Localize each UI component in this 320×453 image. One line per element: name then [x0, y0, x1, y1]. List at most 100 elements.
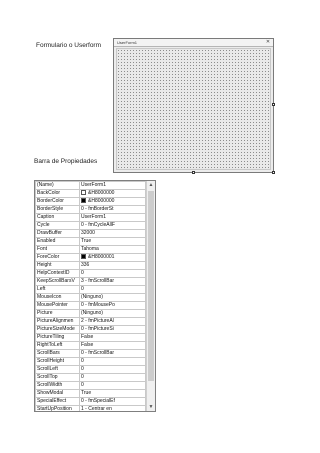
property-name[interactable]: PictureSizeMode [35, 325, 80, 334]
property-value[interactable]: 336 [79, 261, 146, 270]
property-name[interactable]: Caption [35, 213, 80, 222]
property-row[interactable]: SpecialEffect 0 - fmSpecialEf [35, 397, 146, 406]
property-row[interactable]: Picture (Ninguno) [35, 309, 146, 318]
properties-scrollbar[interactable]: ▲ ▼ [146, 181, 155, 411]
property-row[interactable]: Caption UserForm1 [35, 213, 146, 222]
property-value[interactable]: 0 [79, 365, 146, 374]
property-row[interactable]: ForeColor &H8000001 [35, 253, 146, 262]
property-value[interactable]: False [79, 333, 146, 342]
property-name[interactable]: BackColor [35, 189, 80, 198]
property-value[interactable]: 1 - Centrar en [79, 405, 146, 411]
property-row[interactable]: (Name) UserForm1 [35, 181, 146, 190]
userform-titlebar[interactable]: UserForm1 ✕ [114, 39, 273, 47]
property-value[interactable]: &H8000000 [79, 197, 146, 206]
scroll-down-icon[interactable]: ▼ [147, 403, 155, 411]
property-value[interactable]: True [79, 389, 146, 398]
property-value[interactable]: &H8000000 [79, 189, 146, 198]
property-value[interactable]: (Ninguno) [79, 309, 146, 318]
property-name[interactable]: KeepScrollBarsV [35, 277, 80, 286]
property-value[interactable]: 0 - fmScrollBar [79, 349, 146, 358]
property-value[interactable]: 0 - fmPictureSi [79, 325, 146, 334]
property-name[interactable]: HelpContextID [35, 269, 80, 278]
property-row[interactable]: BackColor &H8000000 [35, 189, 146, 198]
property-name[interactable]: StartUpPosition [35, 405, 80, 411]
property-row[interactable]: RightToLeft False [35, 341, 146, 350]
scrollbar-thumb[interactable] [148, 191, 154, 381]
property-row[interactable]: ScrollBars 0 - fmScrollBar [35, 349, 146, 358]
property-row[interactable]: HelpContextID 0 [35, 269, 146, 278]
property-row[interactable]: Enabled True [35, 237, 146, 246]
property-value[interactable]: 0 [79, 285, 146, 294]
property-value[interactable]: UserForm1 [79, 181, 146, 190]
property-name[interactable]: Cycle [35, 221, 80, 230]
property-value[interactable]: 32000 [79, 229, 146, 238]
property-name[interactable]: ScrollBars [35, 349, 80, 358]
userform-window[interactable]: UserForm1 ✕ [113, 38, 275, 174]
property-row[interactable]: StartUpPosition 1 - Centrar en [35, 405, 146, 411]
property-name[interactable]: ScrollWidth [35, 381, 80, 390]
property-row[interactable]: ScrollHeight 0 [35, 357, 146, 366]
property-value[interactable]: 0 [79, 269, 146, 278]
property-name[interactable]: (Name) [35, 181, 80, 190]
property-name[interactable]: Picture [35, 309, 80, 318]
property-row[interactable]: Font Tahoma [35, 245, 146, 254]
property-row[interactable]: MousePointer 0 - fmMousePo [35, 301, 146, 310]
property-name[interactable]: BorderColor [35, 197, 80, 206]
property-name[interactable]: ScrollLeft [35, 365, 80, 374]
property-value[interactable]: Tahoma [79, 245, 146, 254]
property-value[interactable]: 0 - fmSpecialEf [79, 397, 146, 406]
close-icon[interactable]: ✕ [265, 39, 271, 45]
property-row[interactable]: PictureAlignmen 2 - fmPictureAl [35, 317, 146, 326]
property-name[interactable]: Height [35, 261, 80, 270]
property-row[interactable]: KeepScrollBarsV 3 - fmScrollBar [35, 277, 146, 286]
property-row[interactable]: BorderStyle 0 - fmBorderSt [35, 205, 146, 214]
property-row[interactable]: Left 0 [35, 285, 146, 294]
property-value[interactable]: 0 - fmCycleAllF [79, 221, 146, 230]
property-row[interactable]: BorderColor &H8000000 [35, 197, 146, 206]
property-name[interactable]: PictureAlignmen [35, 317, 80, 326]
property-row[interactable]: MouseIcon (Ninguno) [35, 293, 146, 302]
property-value-text: &H8000000 [88, 190, 115, 197]
property-name[interactable]: ShowModal [35, 389, 80, 398]
property-row[interactable]: ShowModal True [35, 389, 146, 398]
resize-handle-bottom[interactable] [192, 171, 195, 174]
property-value[interactable]: 0 [79, 381, 146, 390]
property-row[interactable]: PictureSizeMode 0 - fmPictureSi [35, 325, 146, 334]
property-value[interactable]: 3 - fmScrollBar [79, 277, 146, 286]
userform-design-grid[interactable] [116, 48, 271, 170]
property-value[interactable]: (Ninguno) [79, 293, 146, 302]
property-value[interactable]: 0 [79, 373, 146, 382]
property-value[interactable]: True [79, 237, 146, 246]
property-name[interactable]: PictureTiling [35, 333, 80, 342]
property-value[interactable]: 0 - fmBorderSt [79, 205, 146, 214]
props-caption: Barra de Propiedades [34, 158, 98, 165]
scroll-up-icon[interactable]: ▲ [147, 181, 155, 189]
property-value[interactable]: 0 - fmMousePo [79, 301, 146, 310]
property-value[interactable]: UserForm1 [79, 213, 146, 222]
property-row[interactable]: ScrollWidth 0 [35, 381, 146, 390]
property-row[interactable]: Height 336 [35, 261, 146, 270]
property-name[interactable]: ScrollTop [35, 373, 80, 382]
property-name[interactable]: MousePointer [35, 301, 80, 310]
property-name[interactable]: Font [35, 245, 80, 254]
property-name[interactable]: Enabled [35, 237, 80, 246]
property-name[interactable]: RightToLeft [35, 341, 80, 350]
property-row[interactable]: DrawBuffer 32000 [35, 229, 146, 238]
property-row[interactable]: Cycle 0 - fmCycleAllF [35, 221, 146, 230]
property-value[interactable]: 0 [79, 357, 146, 366]
property-name[interactable]: SpecialEffect [35, 397, 80, 406]
property-name[interactable]: Left [35, 285, 80, 294]
resize-handle-bottom-right[interactable] [272, 171, 275, 174]
resize-handle-right[interactable] [272, 103, 275, 106]
property-row[interactable]: PictureTiling False [35, 333, 146, 342]
property-row[interactable]: ScrollLeft 0 [35, 365, 146, 374]
property-name[interactable]: BorderStyle [35, 205, 80, 214]
property-name[interactable]: MouseIcon [35, 293, 80, 302]
property-value[interactable]: False [79, 341, 146, 350]
property-name[interactable]: ScrollHeight [35, 357, 80, 366]
property-value[interactable]: &H8000001 [79, 253, 146, 262]
property-name[interactable]: DrawBuffer [35, 229, 80, 238]
property-row[interactable]: ScrollTop 0 [35, 373, 146, 382]
property-value[interactable]: 2 - fmPictureAl [79, 317, 146, 326]
property-name[interactable]: ForeColor [35, 253, 80, 262]
